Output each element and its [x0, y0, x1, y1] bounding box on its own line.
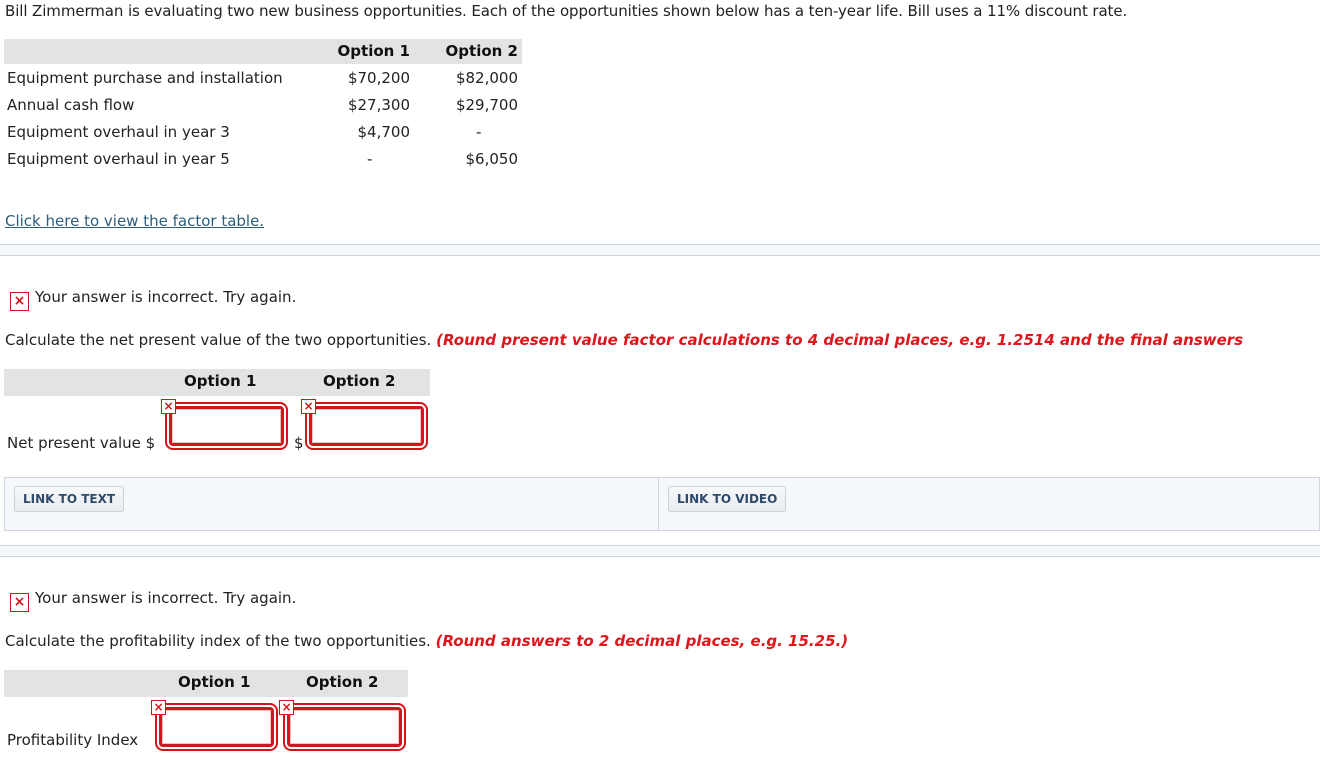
column-header-option-1: Option 1 [337, 42, 410, 60]
pi-row-label: Profitability Index [7, 731, 139, 749]
option-1-value: $4,700 [357, 123, 411, 141]
npv-instruction-text: Calculate the net present value of the t… [5, 331, 432, 349]
pi-feedback: × Your answer is incorrect. Try again. [10, 589, 296, 612]
incorrect-icon: × [161, 399, 176, 414]
npv-option-1-input[interactable] [169, 406, 284, 446]
npv-currency-symbol: $ [294, 434, 304, 452]
row-label: Equipment overhaul in year 5 [7, 150, 230, 168]
option-2-value: - [476, 123, 482, 141]
pi-option-1-field[interactable] [162, 710, 271, 744]
pi-rounding-hint: (Round answers to 2 decimal places, e.g.… [435, 632, 849, 650]
pi-feedback-text: Your answer is incorrect. Try again. [35, 589, 297, 607]
pi-instruction: Calculate the profitability index of the… [5, 632, 848, 650]
pi-option-2-input[interactable] [287, 707, 402, 747]
option-2-value: $6,050 [465, 150, 519, 168]
row-label: Equipment overhaul in year 3 [7, 123, 230, 141]
resource-links-bar: LINK TO TEXT LINK TO VIDEO [4, 477, 1320, 531]
npv-rounding-hint: (Round present value factor calculations… [436, 331, 1244, 349]
option-1-value: $70,200 [347, 69, 410, 87]
option-2-value: $82,000 [455, 69, 518, 87]
option-1-value: $27,300 [347, 96, 410, 114]
npv-feedback: × Your answer is incorrect. Try again. [10, 288, 296, 311]
factor-table-link[interactable]: Click here to view the factor table. [5, 212, 264, 230]
npv-row-label: Net present value $ [7, 434, 156, 452]
incorrect-icon: × [151, 700, 166, 715]
npv-option-1-field[interactable] [172, 409, 281, 443]
pi-column-option-2: Option 2 [306, 673, 379, 691]
incorrect-icon: × [10, 593, 29, 612]
npv-option-2-field[interactable] [312, 409, 421, 443]
incorrect-icon: × [10, 292, 29, 311]
incorrect-icon: × [279, 700, 294, 715]
pi-column-option-1: Option 1 [178, 673, 251, 691]
incorrect-icon: × [301, 399, 316, 414]
pi-option-2-field[interactable] [290, 710, 399, 744]
section-separator [0, 244, 1320, 256]
section-separator [0, 545, 1320, 557]
link-to-text-button[interactable]: LINK TO TEXT [14, 486, 125, 512]
row-label: Annual cash flow [7, 96, 135, 114]
npv-feedback-text: Your answer is incorrect. Try again. [35, 288, 297, 306]
link-to-video-button[interactable]: LINK TO VIDEO [668, 486, 787, 512]
column-header-option-2: Option 2 [445, 42, 518, 60]
pi-option-1-input[interactable] [159, 707, 274, 747]
npv-column-option-1: Option 1 [184, 372, 257, 390]
npv-option-2-input[interactable] [309, 406, 424, 446]
npv-column-option-2: Option 2 [323, 372, 396, 390]
option-2-value: $29,700 [455, 96, 518, 114]
pi-instruction-text: Calculate the profitability index of the… [5, 632, 431, 650]
row-label: Equipment purchase and installation [7, 69, 283, 87]
option-1-value: - [367, 150, 373, 168]
npv-instruction: Calculate the net present value of the t… [5, 331, 1243, 349]
problem-intro: Bill Zimmerman is evaluating two new bus… [5, 2, 1128, 20]
divider [658, 478, 659, 530]
